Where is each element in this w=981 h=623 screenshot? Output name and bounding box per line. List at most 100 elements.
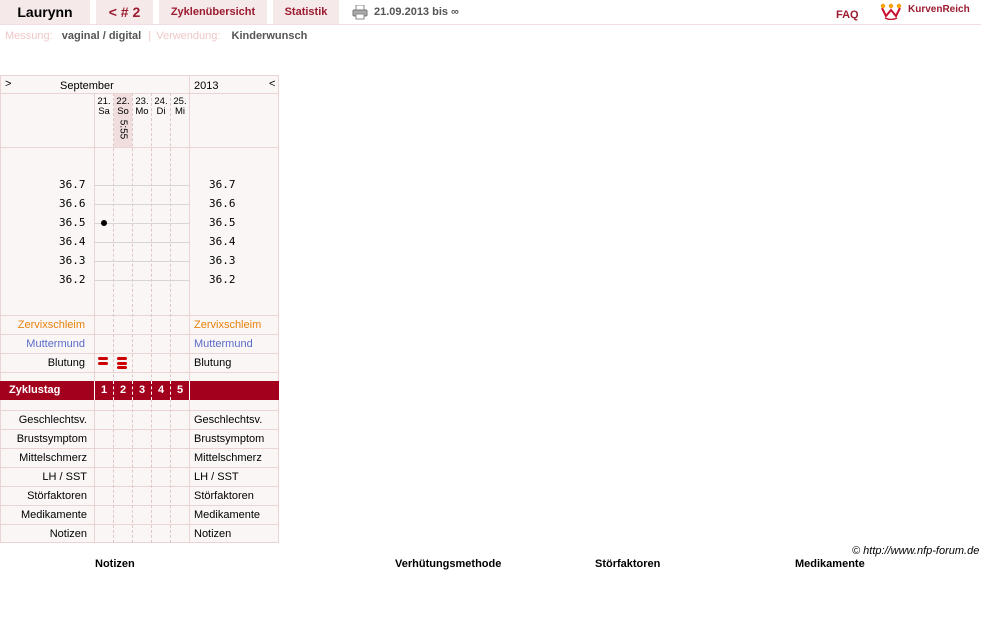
row-label-zervix-right[interactable]: Zervixschleim bbox=[194, 319, 261, 331]
cycle-day-number: 1 bbox=[100, 384, 108, 396]
temp-tick-left: 36.2 bbox=[59, 273, 86, 286]
divider bbox=[170, 381, 171, 400]
day-header[interactable]: 22. So bbox=[114, 97, 132, 117]
footer-col-stoerfaktoren: Störfaktoren bbox=[595, 558, 661, 570]
divider bbox=[94, 381, 95, 400]
date-range: 21.09.2013 bis ∞ bbox=[374, 6, 459, 18]
divider bbox=[189, 75, 190, 543]
row-label-mittelschmerz-right[interactable]: Mittelschmerz bbox=[194, 452, 262, 464]
temp-gridline bbox=[94, 204, 189, 205]
temp-tick-left: 36.5 bbox=[59, 216, 86, 229]
divider bbox=[170, 93, 171, 543]
row-label-medikamente-right[interactable]: Medikamente bbox=[194, 509, 260, 521]
tab-zyklenuebersicht[interactable]: Zyklenübersicht bbox=[159, 0, 267, 24]
row-label-zyklustag: Zyklustag bbox=[9, 384, 61, 396]
divider bbox=[132, 381, 133, 400]
row-label-brustsymptom-right[interactable]: Brustsymptom bbox=[194, 433, 264, 445]
footer-col-medikamente: Medikamente bbox=[795, 558, 865, 570]
divider bbox=[0, 372, 279, 373]
row-label-mittelschmerz[interactable]: Mittelschmerz bbox=[0, 452, 87, 464]
divider bbox=[0, 486, 279, 487]
row-label-muttermund[interactable]: Muttermund bbox=[0, 338, 85, 350]
temp-tick-left: 36.7 bbox=[59, 178, 86, 191]
temp-tick-right: 36.5 bbox=[209, 216, 236, 229]
measurement-time: 5:55 bbox=[117, 119, 129, 140]
temp-gridline bbox=[94, 280, 189, 281]
row-label-lh-sst[interactable]: LH / SST bbox=[0, 471, 87, 483]
temp-tick-right: 36.6 bbox=[209, 197, 236, 210]
temp-tick-right: 36.4 bbox=[209, 235, 236, 248]
row-label-lh-sst-right[interactable]: LH / SST bbox=[194, 471, 239, 483]
user-name: Laurynn bbox=[0, 0, 90, 24]
row-label-notizen-right[interactable]: Notizen bbox=[194, 528, 231, 540]
row-label-notizen[interactable]: Notizen bbox=[0, 528, 87, 540]
nav-prev-button[interactable]: > bbox=[5, 78, 11, 90]
day-header[interactable]: 21. Sa bbox=[95, 97, 113, 117]
divider bbox=[0, 467, 279, 468]
divider bbox=[151, 381, 152, 400]
cycle-day-number: 4 bbox=[157, 384, 165, 396]
divider bbox=[113, 381, 114, 400]
temp-tick-left: 36.3 bbox=[59, 254, 86, 267]
year-label: 2013 bbox=[194, 80, 219, 92]
temp-tick-right: 36.7 bbox=[209, 178, 236, 191]
measure-label: Messung: bbox=[5, 30, 53, 42]
footer-col-notizen: Notizen bbox=[95, 558, 135, 570]
faq-link[interactable]: FAQ bbox=[836, 9, 859, 21]
row-label-medikamente[interactable]: Medikamente bbox=[0, 509, 87, 521]
day-header[interactable]: 25. Mi bbox=[171, 97, 189, 117]
divider bbox=[94, 93, 95, 543]
row-label-brustsymptom[interactable]: Brustsymptom bbox=[0, 433, 87, 445]
row-label-muttermund-right[interactable]: Muttermund bbox=[194, 338, 253, 350]
divider bbox=[113, 93, 114, 543]
separator: | bbox=[148, 30, 152, 42]
row-label-geschlechtsverkehr-right[interactable]: Geschlechtsv. bbox=[194, 414, 262, 426]
use-value: Kinderwunsch bbox=[231, 30, 308, 42]
divider bbox=[0, 429, 279, 430]
cycle-day-number: 5 bbox=[176, 384, 184, 396]
use-label: Verwendung: bbox=[156, 30, 221, 42]
bleeding-marker[interactable] bbox=[98, 362, 108, 365]
divider bbox=[0, 410, 279, 411]
month-label: September bbox=[60, 80, 114, 92]
divider bbox=[0, 334, 279, 335]
row-label-stoerfaktoren[interactable]: Störfaktoren bbox=[0, 490, 87, 502]
row-label-blutung: Blutung bbox=[47, 357, 85, 369]
divider bbox=[0, 505, 279, 506]
measure-value: vaginal / digital bbox=[61, 30, 142, 42]
divider bbox=[132, 93, 133, 543]
row-label-blutung-right: Blutung bbox=[194, 357, 232, 369]
divider bbox=[0, 448, 279, 449]
divider bbox=[0, 147, 279, 148]
brand-name[interactable]: KurvenReich bbox=[908, 4, 970, 15]
temp-gridline bbox=[94, 185, 189, 186]
row-label-stoerfaktoren-right[interactable]: Störfaktoren bbox=[194, 490, 254, 502]
cycle-nav-button[interactable]: < # 2 bbox=[96, 0, 153, 24]
temp-tick-left: 36.6 bbox=[59, 197, 86, 210]
row-label-geschlechtsverkehr[interactable]: Geschlechtsv. bbox=[0, 414, 87, 426]
divider bbox=[189, 381, 190, 400]
row-label-zervix[interactable]: Zervixschleim bbox=[0, 319, 85, 331]
bleeding-marker[interactable] bbox=[117, 366, 127, 369]
day-header[interactable]: 23. Mo bbox=[133, 97, 151, 117]
day-header[interactable]: 24. Di bbox=[152, 97, 170, 117]
bleeding-marker[interactable] bbox=[98, 357, 108, 360]
printer-icon[interactable] bbox=[352, 4, 368, 23]
temp-tick-right: 36.3 bbox=[209, 254, 236, 267]
brand-logo-icon[interactable] bbox=[880, 2, 902, 23]
divider bbox=[0, 524, 279, 525]
measurement-info: Messung: vaginal / digital | Verwendung:… bbox=[5, 30, 307, 42]
nav-next-button[interactable]: < bbox=[269, 78, 275, 90]
temp-gridline bbox=[94, 261, 189, 262]
bleeding-marker[interactable] bbox=[117, 357, 127, 360]
footer-col-verhuetung: Verhütungsmethode bbox=[395, 558, 502, 570]
temperature-point[interactable] bbox=[101, 220, 107, 226]
divider bbox=[151, 93, 152, 543]
temp-tick-left: 36.4 bbox=[59, 235, 86, 248]
bleeding-marker[interactable] bbox=[117, 362, 127, 365]
cycle-day-number: 3 bbox=[138, 384, 146, 396]
copyright: © http://www.nfp-forum.de bbox=[852, 545, 980, 557]
cycle-day-number: 2 bbox=[119, 384, 127, 396]
temp-gridline bbox=[94, 223, 189, 224]
tab-statistik[interactable]: Statistik bbox=[273, 0, 339, 24]
